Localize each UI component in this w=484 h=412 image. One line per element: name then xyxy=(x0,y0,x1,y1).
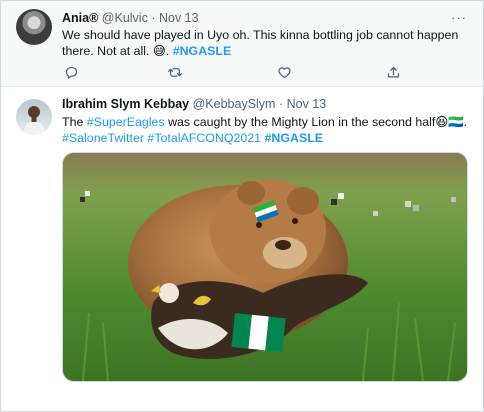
tweet[interactable]: Ania® @Kulvic · Nov 13 ··· We should hav… xyxy=(1,1,483,87)
nigeria-flag xyxy=(231,313,286,353)
timestamp[interactable]: Nov 13 xyxy=(159,11,199,25)
reply-icon[interactable] xyxy=(62,63,80,81)
display-name[interactable]: Ania® xyxy=(62,11,98,25)
tweet-text-line: there. Not at all. 😅. xyxy=(62,44,173,58)
hashtag-link[interactable]: #SaloneTwitter xyxy=(62,131,144,145)
tweet-header: Ibrahim Slym Kebbay @KebbaySlym · Nov 13 xyxy=(62,97,326,111)
tweet-text: The #SuperEagles was caught by the Might… xyxy=(62,114,472,146)
hashtag-link[interactable]: #SuperEagles xyxy=(87,115,165,129)
tweet-media-photo[interactable] xyxy=(62,152,468,382)
display-name[interactable]: Ibrahim Slym Kebbay xyxy=(62,97,189,111)
handle[interactable]: @Kulvic xyxy=(102,11,148,25)
timestamp[interactable]: Nov 13 xyxy=(287,97,327,111)
lion-eagle-photo xyxy=(63,153,467,381)
hashtag-link[interactable]: #NGASLE xyxy=(173,44,232,58)
share-icon[interactable] xyxy=(384,63,402,81)
hashtag-link[interactable]: #TotalAFCONQ2021 xyxy=(147,131,261,145)
like-icon[interactable] xyxy=(275,63,293,81)
avatar[interactable] xyxy=(16,99,52,135)
handle[interactable]: @KebbaySlym xyxy=(193,97,276,111)
retweet-icon[interactable] xyxy=(166,63,184,81)
separator: · xyxy=(278,97,284,111)
hashtag-link[interactable]: #NGASLE xyxy=(265,131,324,145)
tweet-text-segment: was caught by the Mighty Lion in the sec… xyxy=(164,115,468,129)
separator: · xyxy=(151,11,156,25)
avatar[interactable] xyxy=(16,9,52,45)
tweet-actions xyxy=(62,63,422,81)
tweet-text-line: We should have played in Uyo oh. This ki… xyxy=(62,28,459,42)
more-icon[interactable]: ··· xyxy=(451,10,467,25)
avatar-person-icon xyxy=(23,106,45,135)
tweet-text: We should have played in Uyo oh. This ki… xyxy=(62,27,472,59)
tweet[interactable]: Ibrahim Slym Kebbay @KebbaySlym · Nov 13… xyxy=(1,88,483,411)
tweet-header: Ania® @Kulvic · Nov 13 xyxy=(62,11,199,25)
timeline: Ania® @Kulvic · Nov 13 ··· We should hav… xyxy=(0,0,484,412)
tweet-text-segment: The xyxy=(62,115,87,129)
